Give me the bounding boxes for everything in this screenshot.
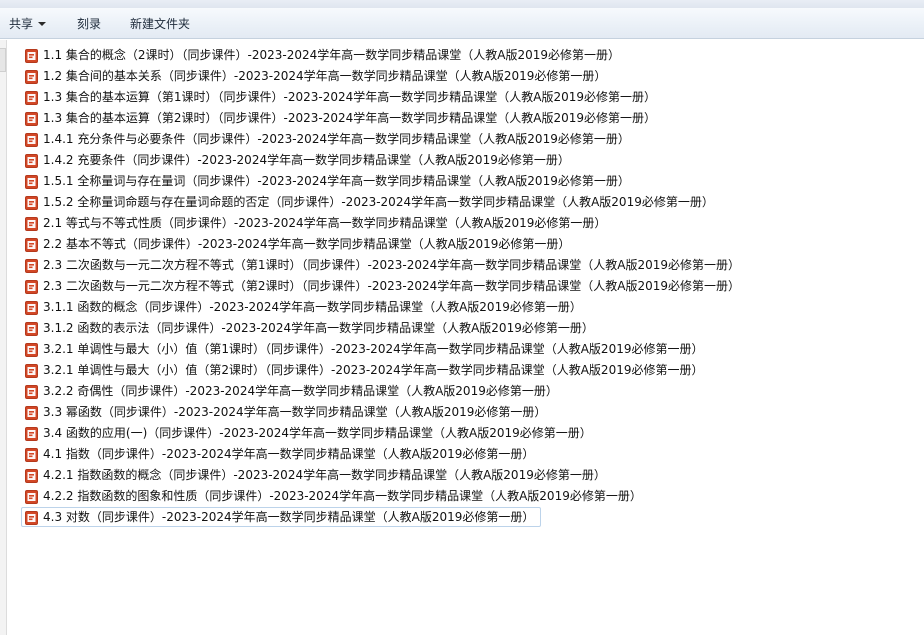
file-item[interactable]: 1.5.1 全称量词与存在量词（同步课件）-2023-2024学年高一数学同步精…: [21, 171, 637, 191]
file-name: 1.1 集合的概念（2课时）（同步课件）-2023-2024学年高一数学同步精品…: [43, 48, 621, 62]
command-bar: 共享 刻录 新建文件夹: [0, 8, 924, 39]
file-name: 3.2.1 单调性与最大（小）值（第1课时）（同步课件）-2023-2024学年…: [43, 342, 704, 356]
new-folder-button[interactable]: 新建文件夹: [130, 15, 190, 33]
file-name: 3.4 函数的应用(一)（同步课件）-2023-2024学年高一数学同步精品课堂…: [43, 426, 592, 440]
burn-button[interactable]: 刻录: [77, 15, 101, 33]
chevron-down-icon: [38, 22, 47, 26]
powerpoint-file-icon: [25, 90, 38, 105]
file-item[interactable]: 4.3 对数（同步课件）-2023-2024学年高一数学同步精品课堂（人教A版2…: [21, 507, 542, 527]
powerpoint-file-icon: [25, 48, 38, 63]
file-name: 3.2.2 奇偶性（同步课件）-2023-2024学年高一数学同步精品课堂（人教…: [43, 384, 558, 398]
file-item[interactable]: 1.4.1 充分条件与必要条件（同步课件）-2023-2024学年高一数学同步精…: [21, 129, 637, 149]
powerpoint-file-icon: [25, 426, 38, 441]
powerpoint-file-icon: [25, 447, 38, 462]
powerpoint-file-icon: [25, 69, 38, 84]
burn-label: 刻录: [77, 17, 102, 31]
file-name: 4.3 对数（同步课件）-2023-2024学年高一数学同步精品课堂（人教A版2…: [43, 510, 535, 524]
powerpoint-file-icon: [25, 195, 38, 210]
file-item[interactable]: 3.2.1 单调性与最大（小）值（第1课时）（同步课件）-2023-2024学年…: [21, 339, 710, 359]
file-name: 2.3 二次函数与一元二次方程不等式（第1课时）（同步课件）-2023-2024…: [43, 258, 741, 272]
file-list[interactable]: 1.1 集合的概念（2课时）（同步课件）-2023-2024学年高一数学同步精品…: [21, 45, 921, 535]
file-name: 3.1.1 函数的概念（同步课件）-2023-2024学年高一数学同步精品课堂（…: [43, 300, 582, 314]
file-item[interactable]: 3.2.1 单调性与最大（小）值（第2课时）（同步课件）-2023-2024学年…: [21, 360, 710, 380]
file-item[interactable]: 3.4 函数的应用(一)（同步课件）-2023-2024学年高一数学同步精品课堂…: [21, 423, 599, 443]
file-item[interactable]: 3.3 幂函数（同步课件）-2023-2024学年高一数学同步精品课堂（人教A版…: [21, 402, 553, 422]
powerpoint-file-icon: [25, 342, 38, 357]
powerpoint-file-icon: [25, 237, 38, 252]
file-item[interactable]: 1.4.2 充要条件（同步课件）-2023-2024学年高一数学同步精品课堂（人…: [21, 150, 577, 170]
file-item[interactable]: 1.5.2 全称量词命题与存在量词命题的否定（同步课件）-2023-2024学年…: [21, 192, 721, 212]
powerpoint-file-icon: [25, 174, 38, 189]
file-item[interactable]: 4.1 指数（同步课件）-2023-2024学年高一数学同步精品课堂（人教A版2…: [21, 444, 541, 464]
file-name: 1.4.2 充要条件（同步课件）-2023-2024学年高一数学同步精品课堂（人…: [43, 153, 570, 167]
file-item[interactable]: 1.3 集合的基本运算（第1课时）（同步课件）-2023-2024学年高一数学同…: [21, 87, 663, 107]
file-item[interactable]: 4.2.2 指数函数的图象和性质（同步课件）-2023-2024学年高一数学同步…: [21, 486, 649, 506]
powerpoint-file-icon: [25, 489, 38, 504]
powerpoint-file-icon: [25, 468, 38, 483]
file-name: 1.5.2 全称量词命题与存在量词命题的否定（同步课件）-2023-2024学年…: [43, 195, 714, 209]
file-item[interactable]: 2.1 等式与不等式性质（同步课件）-2023-2024学年高一数学同步精品课堂…: [21, 213, 613, 233]
share-button[interactable]: 共享: [9, 15, 47, 33]
powerpoint-file-icon: [25, 216, 38, 231]
file-item[interactable]: 1.3 集合的基本运算（第2课时）（同步课件）-2023-2024学年高一数学同…: [21, 108, 663, 128]
powerpoint-file-icon: [25, 279, 38, 294]
file-item[interactable]: 1.2 集合间的基本关系（同步课件）-2023-2024学年高一数学同步精品课堂…: [21, 66, 613, 86]
file-item[interactable]: 2.2 基本不等式（同步课件）-2023-2024学年高一数学同步精品课堂（人教…: [21, 234, 577, 254]
powerpoint-file-icon: [25, 321, 38, 336]
file-item[interactable]: 3.1.1 函数的概念（同步课件）-2023-2024学年高一数学同步精品课堂（…: [21, 297, 589, 317]
powerpoint-file-icon: [25, 405, 38, 420]
file-name: 3.1.2 函数的表示法（同步课件）-2023-2024学年高一数学同步精品课堂…: [43, 321, 594, 335]
file-name: 1.3 集合的基本运算（第2课时）（同步课件）-2023-2024学年高一数学同…: [43, 111, 657, 125]
file-name: 2.1 等式与不等式性质（同步课件）-2023-2024学年高一数学同步精品课堂…: [43, 216, 607, 230]
powerpoint-file-icon: [25, 384, 38, 399]
file-item[interactable]: 3.2.2 奇偶性（同步课件）-2023-2024学年高一数学同步精品课堂（人教…: [21, 381, 565, 401]
pane-resize-handle[interactable]: [0, 48, 6, 72]
file-item[interactable]: 3.1.2 函数的表示法（同步课件）-2023-2024学年高一数学同步精品课堂…: [21, 318, 601, 338]
new-folder-label: 新建文件夹: [130, 17, 191, 31]
file-name: 3.2.1 单调性与最大（小）值（第2课时）（同步课件）-2023-2024学年…: [43, 363, 704, 377]
file-item[interactable]: 2.3 二次函数与一元二次方程不等式（第2课时）（同步课件）-2023-2024…: [21, 276, 747, 296]
powerpoint-file-icon: [25, 363, 38, 378]
file-item[interactable]: 2.3 二次函数与一元二次方程不等式（第1课时）（同步课件）-2023-2024…: [21, 255, 747, 275]
file-name: 2.2 基本不等式（同步课件）-2023-2024学年高一数学同步精品课堂（人教…: [43, 237, 571, 251]
file-name: 1.3 集合的基本运算（第1课时）（同步课件）-2023-2024学年高一数学同…: [43, 90, 657, 104]
file-name: 1.2 集合间的基本关系（同步课件）-2023-2024学年高一数学同步精品课堂…: [43, 69, 607, 83]
file-name: 2.3 二次函数与一元二次方程不等式（第2课时）（同步课件）-2023-2024…: [43, 279, 741, 293]
share-label: 共享: [9, 17, 34, 31]
powerpoint-file-icon: [25, 258, 38, 273]
file-name: 4.2.1 指数函数的概念（同步课件）-2023-2024学年高一数学同步精品课…: [43, 468, 606, 482]
file-name: 4.2.2 指数函数的图象和性质（同步课件）-2023-2024学年高一数学同步…: [43, 489, 642, 503]
powerpoint-file-icon: [25, 132, 38, 147]
powerpoint-file-icon: [25, 153, 38, 168]
navigation-pane-edge[interactable]: [0, 40, 7, 635]
file-item[interactable]: 4.2.1 指数函数的概念（同步课件）-2023-2024学年高一数学同步精品课…: [21, 465, 613, 485]
file-name: 1.5.1 全称量词与存在量词（同步课件）-2023-2024学年高一数学同步精…: [43, 174, 630, 188]
file-name: 3.3 幂函数（同步课件）-2023-2024学年高一数学同步精品课堂（人教A版…: [43, 405, 547, 419]
file-name: 4.1 指数（同步课件）-2023-2024学年高一数学同步精品课堂（人教A版2…: [43, 447, 535, 461]
powerpoint-file-icon: [25, 510, 38, 525]
file-item[interactable]: 1.1 集合的概念（2课时）（同步课件）-2023-2024学年高一数学同步精品…: [21, 45, 627, 65]
powerpoint-file-icon: [25, 111, 38, 126]
file-name: 1.4.1 充分条件与必要条件（同步课件）-2023-2024学年高一数学同步精…: [43, 132, 630, 146]
powerpoint-file-icon: [25, 300, 38, 315]
